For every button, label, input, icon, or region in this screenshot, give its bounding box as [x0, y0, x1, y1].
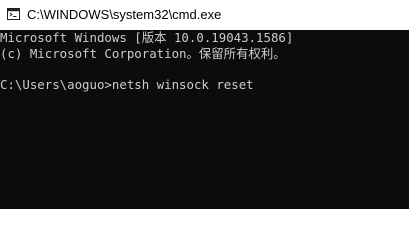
console-version-line: Microsoft Windows [版本 10.0.19043.1586] [0, 30, 294, 45]
console-prompt: C:\Users\aoguo> [0, 77, 112, 92]
console-output[interactable]: Microsoft Windows [版本 10.0.19043.1586] (… [0, 30, 409, 209]
console-command: netsh winsock reset [111, 77, 254, 92]
console-copyright-line: (c) Microsoft Corporation。保留所有权利。 [0, 46, 286, 61]
window-title: C:\WINDOWS\system32\cmd.exe [27, 7, 222, 22]
cmd-icon [7, 8, 20, 20]
cmd-window: C:\WINDOWS\system32\cmd.exe Microsoft Wi… [0, 0, 409, 209]
title-bar[interactable]: C:\WINDOWS\system32\cmd.exe [0, 0, 409, 30]
command-line[interactable]: C:\Users\aoguo>netsh winsock reset [0, 77, 254, 93]
